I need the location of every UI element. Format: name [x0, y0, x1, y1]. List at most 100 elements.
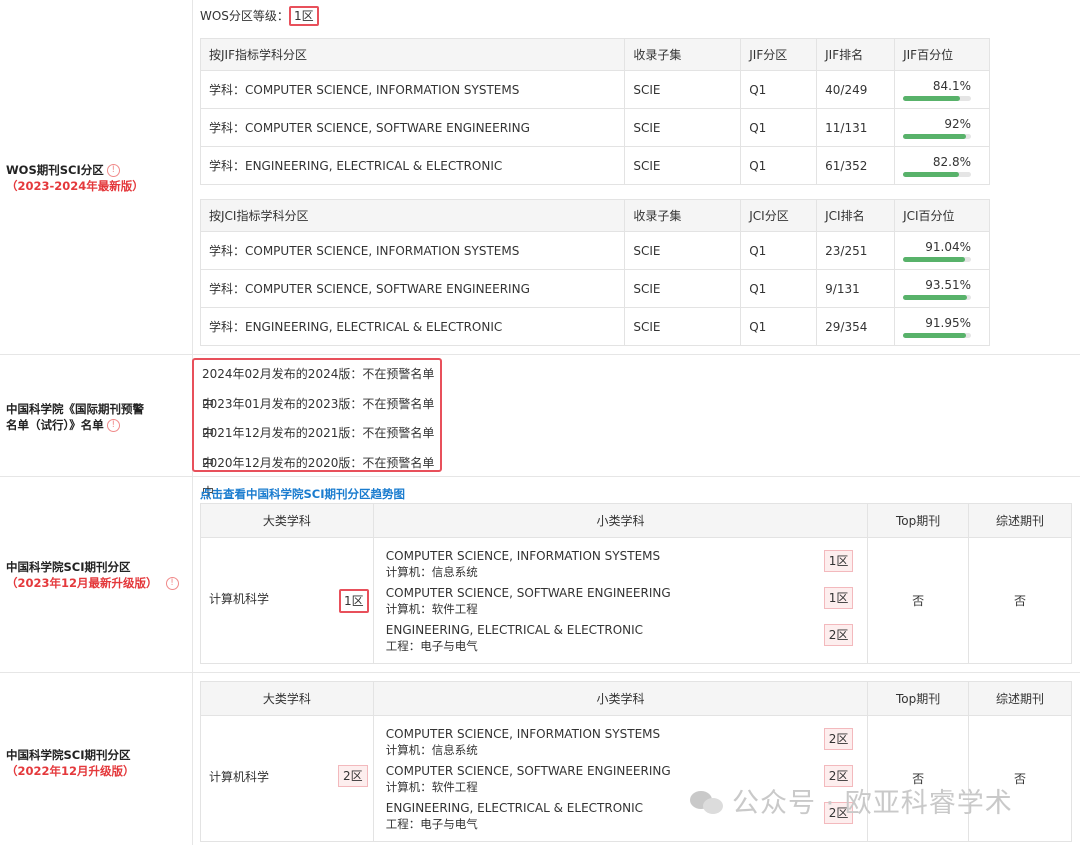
jif-cell-q: Q1 — [740, 146, 818, 185]
warning-item: 2023年01月发布的2023版：不在预警名单中 — [202, 396, 435, 441]
jif-cell-set: SCIE — [624, 146, 742, 185]
percentile-value: 91.04% — [925, 239, 971, 254]
watermark: 公众号 · 欧亚科睿学术 — [690, 781, 1013, 820]
percentile-value: 91.95% — [925, 315, 971, 330]
jif-cell-rank: 40/249 — [816, 70, 896, 109]
jci-cell-set: SCIE — [624, 231, 742, 270]
jif-header-4: JIF百分位 — [894, 38, 990, 71]
jif-cell-pct: 82.8% — [894, 146, 990, 185]
review-value: 否 — [968, 537, 1072, 664]
cas-2023-table: 大类学科 小类学科 Top期刊 综述期刊 计算机科学 1区 COMPUTER S… — [200, 503, 1072, 664]
jci-cell-pct: 93.51% — [894, 269, 990, 308]
info-circle-icon[interactable]: ! — [165, 577, 179, 590]
col-top: Top期刊 — [867, 503, 970, 538]
jif-cell-rank: 11/131 — [816, 108, 896, 147]
minor-cell: COMPUTER SCIENCE, INFORMATION SYSTEMS 计算机… — [372, 537, 869, 664]
percentile-bar-fill — [903, 256, 965, 262]
jif-cell-pct: 84.1% — [894, 70, 990, 109]
zone-badge: 1区 — [823, 587, 854, 609]
major-zone-badge: 1区 — [339, 589, 369, 613]
cas-trend-link[interactable]: 点击查看中国科学院SCI期刊分区趋势图 — [200, 486, 405, 502]
percentile-bar-fill — [903, 332, 966, 338]
jci-header-4: JCI百分位 — [894, 199, 990, 232]
percentile-bar — [903, 256, 971, 262]
top-value: 否 — [867, 537, 970, 664]
table-row: 学科：COMPUTER SCIENCE, SOFTWARE ENGINEERIN… — [199, 269, 990, 308]
minor-cell: COMPUTER SCIENCE, INFORMATION SYSTEMS 计算机… — [372, 715, 869, 842]
jif-cell-subject: 学科：COMPUTER SCIENCE, SOFTWARE ENGINEERIN… — [199, 108, 626, 147]
jif-cell-subject: 学科：COMPUTER SCIENCE, INFORMATION SYSTEMS — [199, 70, 626, 109]
info-circle-icon[interactable]: ! — [106, 164, 120, 177]
warning-section: 中国科学院《国际期刊预警 名单（试行）》名单! 2024年02月发布的2024版… — [0, 355, 1080, 499]
minor-subject: COMPUTER SCIENCE, INFORMATION SYSTEMS 计算机… — [374, 545, 867, 582]
jci-cell-rank: 29/354 — [816, 307, 896, 346]
jif-cell-pct: 92% — [894, 108, 990, 147]
table-row: 学科：COMPUTER SCIENCE, INFORMATION SYSTEMS… — [199, 231, 990, 270]
cas-2022-label: 中国科学院SCI期刊分区 （2022年12月升级版） — [6, 748, 135, 778]
table-row: 学科：ENGINEERING, ELECTRICAL & ELECTRONIC S… — [199, 307, 990, 346]
col-review: 综述期刊 — [968, 503, 1072, 538]
percentile-value: 92% — [944, 116, 971, 131]
major-subject: 计算机科学 — [209, 592, 270, 606]
jif-cell-subject: 学科：ENGINEERING, ELECTRICAL & ELECTRONIC — [199, 146, 626, 185]
percentile-bar-fill — [903, 294, 967, 300]
major-cell: 计算机科学 1区 — [200, 537, 374, 664]
jci-header-2: JCI分区 — [740, 199, 818, 232]
percentile-bar — [903, 95, 971, 101]
percentile-value: 93.51% — [925, 277, 971, 292]
cas-2023-section: 中国科学院SCI期刊分区 （2023年12月最新升级版）! 点击查看中国科学院S… — [0, 477, 1080, 673]
percentile-bar-fill — [903, 133, 966, 139]
percentile-bar-fill — [903, 171, 960, 177]
col-major: 大类学科 — [200, 681, 374, 716]
wechat-icon — [690, 791, 724, 815]
warning-list: 2024年02月发布的2024版：不在预警名单中 2023年01月发布的2023… — [192, 358, 442, 499]
zone-badge: 2区 — [823, 728, 854, 750]
journal-ranking-page: WOS期刊SCI分区! （2023-2024年最新版） WOS分区等级： 1区 按… — [0, 0, 1080, 845]
warning-item: 2024年02月发布的2024版：不在预警名单中 — [202, 367, 435, 411]
jci-table: 按JCI指标学科分区 收录子集 JCI分区 JCI排名 JCI百分位 学科：COMPUT… — [199, 199, 990, 346]
warning-label: 中国科学院《国际期刊预警 名单（试行）》名单! — [6, 402, 144, 432]
percentile-bar — [903, 133, 971, 139]
jif-table: 按JIF指标学科分区 收录子集 JIF分区 JIF排名 JIF百分位 学科：COMPUT… — [199, 38, 990, 185]
percentile-bar — [903, 332, 971, 338]
jci-cell-rank: 9/131 — [816, 269, 896, 308]
wos-section: WOS期刊SCI分区! （2023-2024年最新版） WOS分区等级： 1区 按… — [0, 0, 1080, 355]
jci-cell-pct: 91.95% — [894, 307, 990, 346]
table-row: 学科：COMPUTER SCIENCE, INFORMATION SYSTEMS… — [199, 70, 990, 109]
warning-item: 2020年12月发布的2020版：不在预警名单中 — [202, 455, 435, 500]
percentile-bar — [903, 294, 971, 300]
table-row: 学科：COMPUTER SCIENCE, SOFTWARE ENGINEERIN… — [199, 108, 990, 147]
jif-header-3: JIF排名 — [816, 38, 896, 71]
jif-cell-q: Q1 — [740, 70, 818, 109]
jif-header-2: JIF分区 — [740, 38, 818, 71]
percentile-value: 82.8% — [932, 154, 971, 169]
major-subject: 计算机科学 — [209, 770, 270, 784]
jci-cell-subject: 学科：ENGINEERING, ELECTRICAL & ELECTRONIC — [199, 307, 626, 346]
zone-badge: 2区 — [823, 624, 854, 646]
cas-2023-label: 中国科学院SCI期刊分区 （2023年12月最新升级版）! — [6, 559, 179, 591]
jif-cell-q: Q1 — [740, 108, 818, 147]
top-value: 否 — [867, 715, 970, 842]
info-circle-icon[interactable]: ! — [106, 419, 120, 432]
watermark-text: 公众号 · 欧亚科睿学术 — [732, 788, 1013, 819]
jci-header-1: 收录子集 — [624, 199, 742, 232]
jci-cell-q: Q1 — [740, 269, 818, 308]
jci-header-0: 按JCI指标学科分区 — [199, 199, 626, 232]
zone-badge: 1区 — [823, 550, 854, 572]
jci-header-3: JCI排名 — [816, 199, 896, 232]
minor-subject: COMPUTER SCIENCE, INFORMATION SYSTEMS 计算机… — [374, 723, 867, 760]
percentile-value: 84.1% — [932, 78, 971, 93]
jci-cell-q: Q1 — [740, 231, 818, 270]
review-value: 否 — [968, 715, 1072, 842]
minor-subject: COMPUTER SCIENCE, SOFTWARE ENGINEERING 计算… — [374, 582, 867, 619]
jci-cell-rank: 23/251 — [816, 231, 896, 270]
jci-cell-q: Q1 — [740, 307, 818, 346]
percentile-bar-fill — [903, 95, 961, 101]
col-minor: 小类学科 — [372, 503, 869, 538]
wos-level-label: WOS分区等级： — [200, 9, 289, 23]
jif-header-1: 收录子集 — [624, 38, 742, 71]
minor-subject: ENGINEERING, ELECTRICAL & ELECTRONIC 工程：电… — [374, 619, 867, 656]
jci-cell-subject: 学科：COMPUTER SCIENCE, SOFTWARE ENGINEERIN… — [199, 269, 626, 308]
jif-cell-rank: 61/352 — [816, 146, 896, 185]
col-top: Top期刊 — [867, 681, 970, 716]
